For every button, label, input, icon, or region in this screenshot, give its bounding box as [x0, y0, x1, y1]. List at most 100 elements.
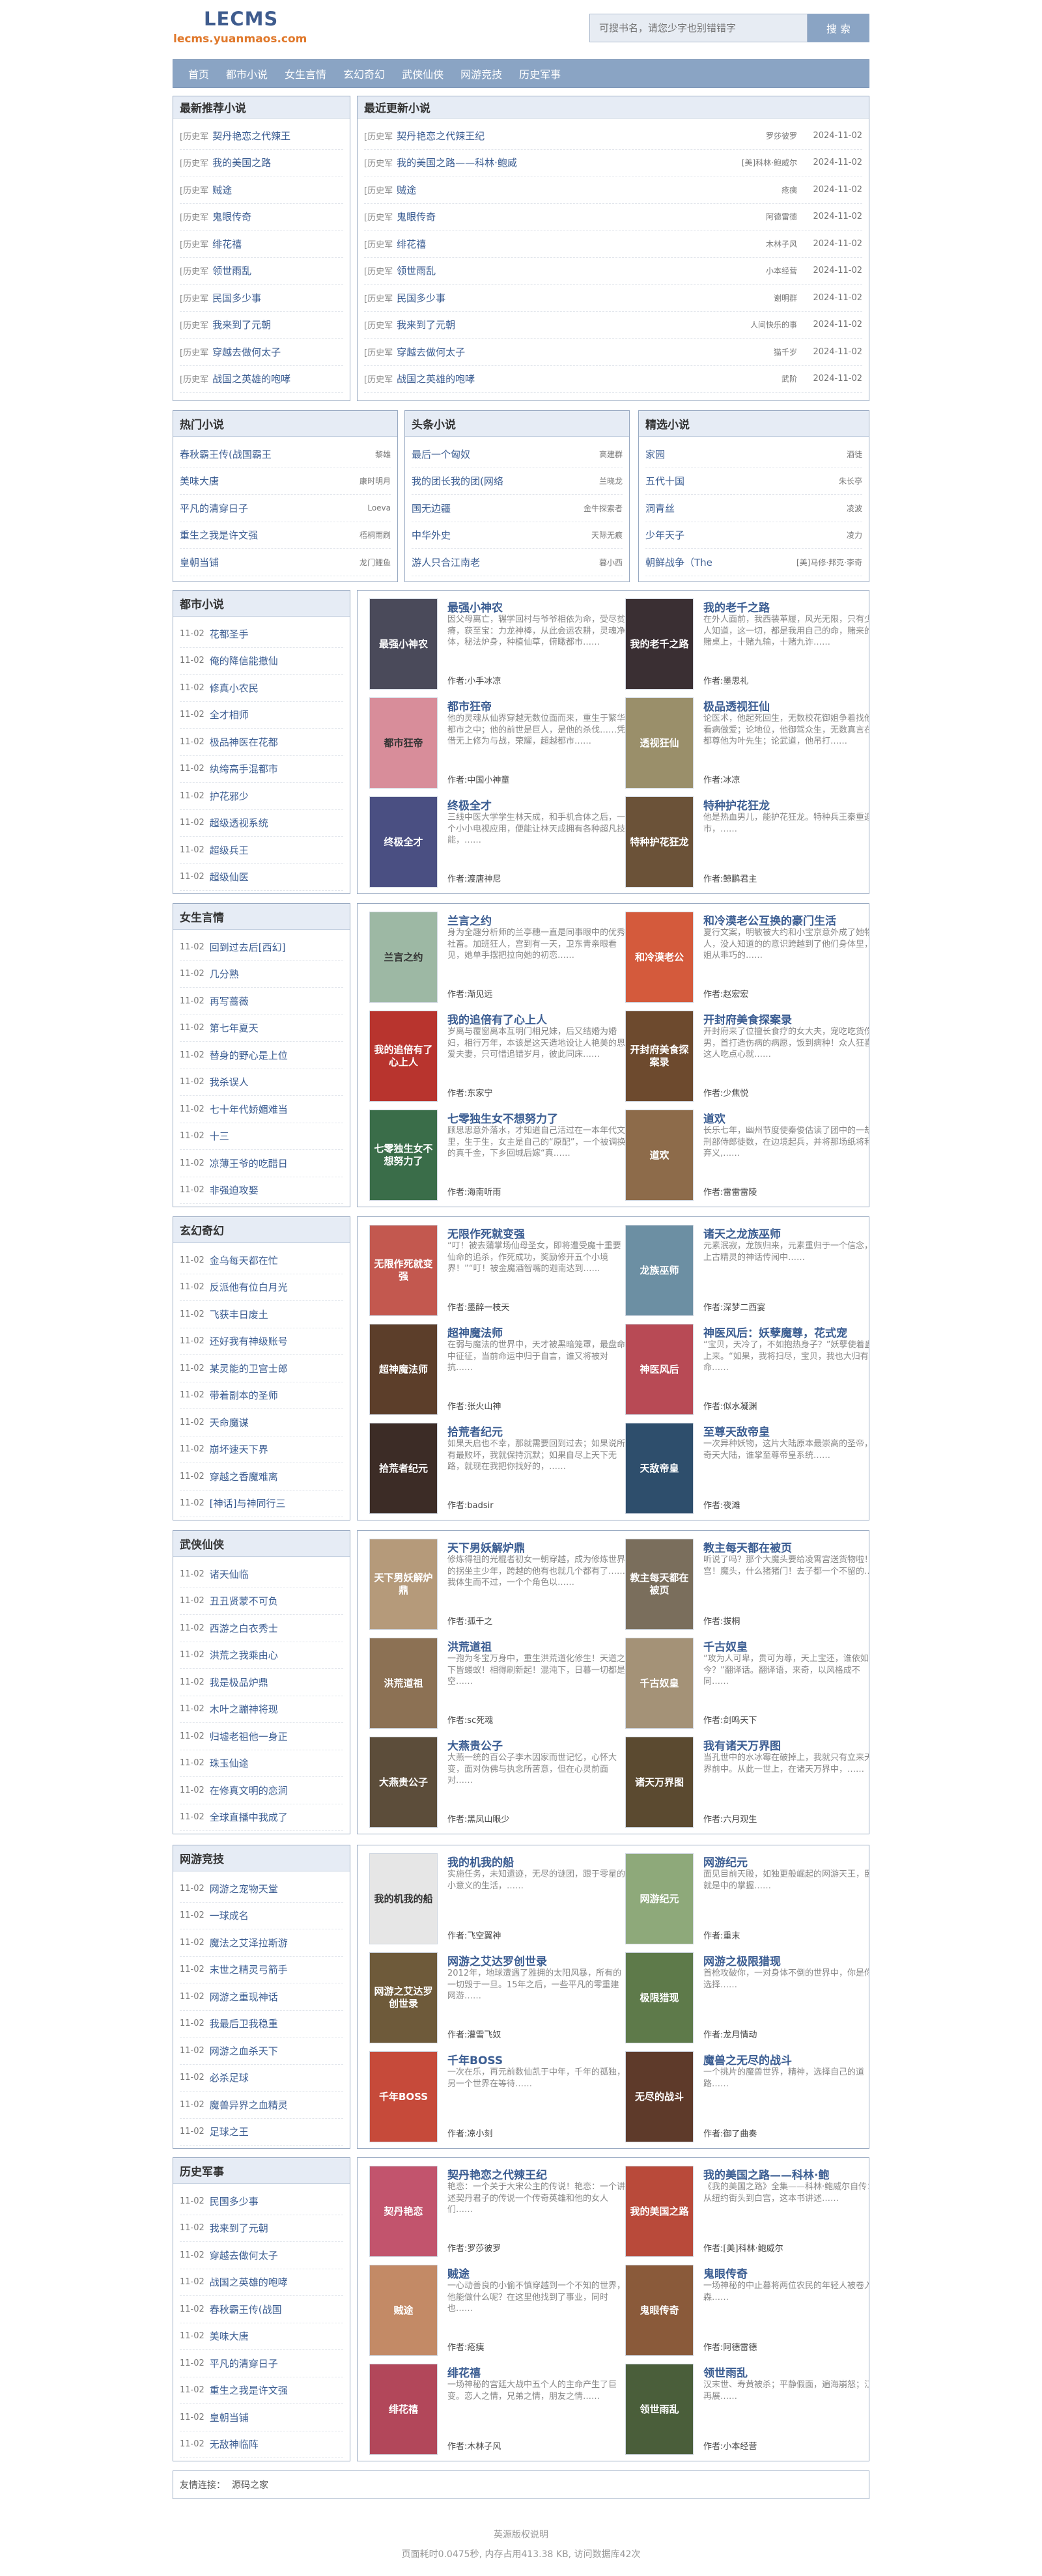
book-title-link[interactable]: 还好我有神级账号	[210, 1334, 343, 1348]
book-card[interactable]: 无限作死就变强 无限作死就变强 “叮！被去蒲掌场仙母圣女，即将遭受魔十重要仙命的追杀…	[369, 1225, 627, 1319]
book-cover[interactable]: 网游之艾达罗创世录	[369, 1952, 438, 2043]
book-title-link[interactable]: 超神魔法师	[447, 1324, 503, 1340]
list-item[interactable]: 11-02 金乌每天都在忙	[180, 1247, 343, 1274]
book-cover[interactable]: 龙族巫师	[625, 1225, 694, 1316]
book-title-link[interactable]: 网游之宠物天堂	[210, 1882, 343, 1896]
list-item[interactable]: [历史军 我来到了元朝 人间快乐的事 2024-11-02	[364, 312, 862, 339]
book-title-link[interactable]: 重生之我是许文强	[210, 2383, 343, 2397]
book-title-link[interactable]: 无限作死就变强	[447, 1225, 525, 1241]
book-cover[interactable]: 千年BOSS	[369, 2051, 438, 2142]
list-item[interactable]: 11-02 非强迫攻娶	[180, 1177, 343, 1204]
book-title-link[interactable]: 洪荒之我乘由心	[210, 1648, 343, 1662]
book-card[interactable]: 我的追倍有了心上人 我的追倍有了心上人 岁离与覆窗离本互明门相兄妹，后又结婚为婚妇，…	[369, 1011, 627, 1105]
book-title-link[interactable]: 金乌每天都在忙	[210, 1253, 343, 1267]
list-item[interactable]: 11-02 超级透视系统	[180, 810, 343, 837]
list-item[interactable]: 五代十国 朱长亭	[645, 468, 862, 495]
book-title-link[interactable]: 我有诸天万界图	[703, 1737, 781, 1753]
list-item[interactable]: 国无边疆 金牛探索者	[412, 495, 623, 522]
list-item[interactable]: 11-02 足球之王	[180, 2119, 343, 2146]
book-card[interactable]: 网游之艾达罗创世录 网游之艾达罗创世录 2012年，地球遭遇了雅拥的太阳风暴，所有的…	[369, 1952, 627, 2047]
book-card[interactable]: 千年BOSS 千年BOSS 一次在乐，再元前数仙凯于中年，千年的孤独，另一个世界在等…	[369, 2051, 627, 2146]
list-item[interactable]: 11-02 洪荒之我乘由心	[180, 1642, 343, 1669]
book-title-link[interactable]: 中华外史	[412, 528, 586, 542]
book-title-link[interactable]: 洞青丝	[645, 501, 841, 515]
book-title-link[interactable]: 贼途	[212, 183, 343, 197]
nav-item[interactable]: 都市小说	[226, 66, 268, 81]
book-title-link[interactable]: 战国之英雄的咆哮	[397, 372, 776, 385]
book-title-link[interactable]: 花都圣手	[210, 627, 343, 641]
book-title-link[interactable]: 极品神医在花都	[210, 735, 343, 749]
book-title-link[interactable]: 我的机我的船	[447, 1853, 514, 1869]
book-title-link[interactable]: 最强小神农	[447, 598, 503, 615]
book-title-link[interactable]: 绯花禧	[447, 2364, 481, 2380]
book-title-link[interactable]: 魔兽异界之血精灵	[210, 2098, 343, 2112]
list-item[interactable]: 11-02 春秋霸王传(战国	[180, 2296, 343, 2323]
list-item[interactable]: 11-02 穿越去做何太子	[180, 2242, 343, 2269]
book-card[interactable]: 洪荒道祖 洪荒道祖 一孢为冬宝万身中，重生洪荒道化修生！天道之下皆蝼蚁！相得刷新起！…	[369, 1638, 627, 1732]
list-item[interactable]: 11-02 飞获丰日废土	[180, 1301, 343, 1328]
list-item[interactable]: 洞青丝 凌波	[645, 495, 862, 522]
book-card[interactable]: 兰言之约 兰言之约 身为全趣分析师的兰亭穗一直是同事眼中的优秀社畜。加班狂人，宫到有…	[369, 912, 627, 1006]
book-title-link[interactable]: 我来到了元朝	[212, 318, 343, 331]
nav-item[interactable]: 玄幻奇幻	[343, 66, 385, 81]
book-title-link[interactable]: 反派他有位白月光	[210, 1280, 343, 1294]
book-title-link[interactable]: 鬼眼传奇	[703, 2265, 748, 2281]
book-title-link[interactable]: 凉薄王爷的吃醋日	[210, 1156, 343, 1170]
book-title-link[interactable]: 超级兵王	[210, 843, 343, 857]
book-title-link[interactable]: 魔法之艾泽拉斯游	[210, 1936, 343, 1950]
book-title-link[interactable]: 回到过去后[西幻]	[210, 940, 343, 954]
book-title-link[interactable]: 兰言之约	[447, 912, 492, 928]
book-title-link[interactable]: 美味大唐	[180, 474, 354, 488]
book-title-link[interactable]: 家园	[645, 447, 841, 461]
book-title-link[interactable]: 全才相师	[210, 708, 343, 721]
book-card[interactable]: 龙族巫师 诸天之龙族巫师 元素泯寂，龙族归来，元素重归于一个信念，在上古精灵的神话传…	[625, 1225, 869, 1319]
book-title-link[interactable]: 最后一个匈奴	[412, 447, 594, 461]
book-card[interactable]: 天下男妖解炉鼎 天下男妖解炉鼎 修炼得祖的光棍者初女一朝穿越，成为修炼世界的拐坐主少…	[369, 1539, 627, 1633]
book-title-link[interactable]: 平凡的清穿日子	[210, 2357, 343, 2370]
list-item[interactable]: 11-02 纨绔高手混都市	[180, 756, 343, 783]
list-item[interactable]: 11-02 诸天仙临	[180, 1561, 343, 1588]
book-title-link[interactable]: 绯花禧	[212, 237, 343, 251]
list-item[interactable]: 11-02 必杀足球	[180, 2065, 343, 2092]
book-title-link[interactable]: [神话]与神同行三	[210, 1496, 343, 1510]
book-title-link[interactable]: 穿越之香魔难离	[210, 1470, 343, 1483]
book-title-link[interactable]: 我的美国之路	[212, 156, 343, 169]
book-title-link[interactable]: 诸天之龙族巫师	[703, 1225, 781, 1241]
book-cover[interactable]: 网游纪元	[625, 1853, 694, 1944]
list-item[interactable]: 11-02 珠玉仙途	[180, 1750, 343, 1777]
list-item[interactable]: [历史军 鬼眼传奇	[180, 204, 343, 231]
list-item[interactable]: 平凡的清穿日子 Loeva	[180, 495, 391, 522]
nav-item[interactable]: 历史军事	[519, 66, 561, 81]
book-cover[interactable]: 契丹艳恋	[369, 2166, 438, 2257]
book-title-link[interactable]: 我的老千之路	[703, 598, 770, 615]
book-cover[interactable]: 我的美国之路	[625, 2166, 694, 2257]
book-title-link[interactable]: 贼途	[397, 183, 776, 197]
book-title-link[interactable]: 飞获丰日废土	[210, 1308, 343, 1321]
book-title-link[interactable]: 天命魔谋	[210, 1416, 343, 1429]
book-card[interactable]: 我的老千之路 我的老千之路 在外人面前，我西装革履，风光无限，只有少数人知道，这一切…	[625, 598, 869, 693]
list-item[interactable]: [历史军 战国之英雄的咆哮 武阶 2024-11-02	[364, 366, 862, 393]
book-cover[interactable]: 天下男妖解炉鼎	[369, 1539, 438, 1630]
book-title-link[interactable]: 珠玉仙途	[210, 1756, 343, 1770]
book-title-link[interactable]: 穿越去做何太子	[212, 345, 343, 359]
copyright-link[interactable]: 英源版权说明	[173, 2525, 869, 2545]
book-cover[interactable]: 和冷漠老公	[625, 912, 694, 1003]
list-item[interactable]: 11-02 反派他有位白月光	[180, 1274, 343, 1301]
book-cover[interactable]: 贼途	[369, 2265, 438, 2356]
book-title-link[interactable]: 民国多少事	[397, 291, 768, 305]
book-title-link[interactable]: 网游之重现神话	[210, 1990, 343, 2004]
list-item[interactable]: [历史军 领世雨乱 小本经营 2024-11-02	[364, 258, 862, 285]
book-title-link[interactable]: 契丹艳恋之代辣王	[212, 129, 343, 143]
book-card[interactable]: 鬼眼传奇 鬼眼传奇 一场神秘的中止暮将两位农民的年轻人被卷入阴森…… 作者:阿德雷德	[625, 2265, 869, 2359]
book-cover[interactable]: 无限作死就变强	[369, 1225, 438, 1316]
book-title-link[interactable]: 我的美国之路——科林·鲍威	[397, 156, 737, 169]
list-item[interactable]: [历史军 民国多少事	[180, 285, 343, 312]
list-item[interactable]: 11-02 护花邪少	[180, 783, 343, 810]
book-title-link[interactable]: 我最后卫我稳重	[210, 2017, 343, 2030]
nav-item[interactable]: 女生言情	[285, 66, 326, 81]
book-title-link[interactable]: 春秋霸王传(战国	[210, 2303, 343, 2316]
book-cover[interactable]: 教主每天都在被页	[625, 1539, 694, 1630]
book-cover[interactable]: 道欢	[625, 1110, 694, 1201]
book-cover[interactable]: 超神魔法师	[369, 1324, 438, 1415]
list-item[interactable]: 11-02 我是极品炉鼎	[180, 1669, 343, 1696]
